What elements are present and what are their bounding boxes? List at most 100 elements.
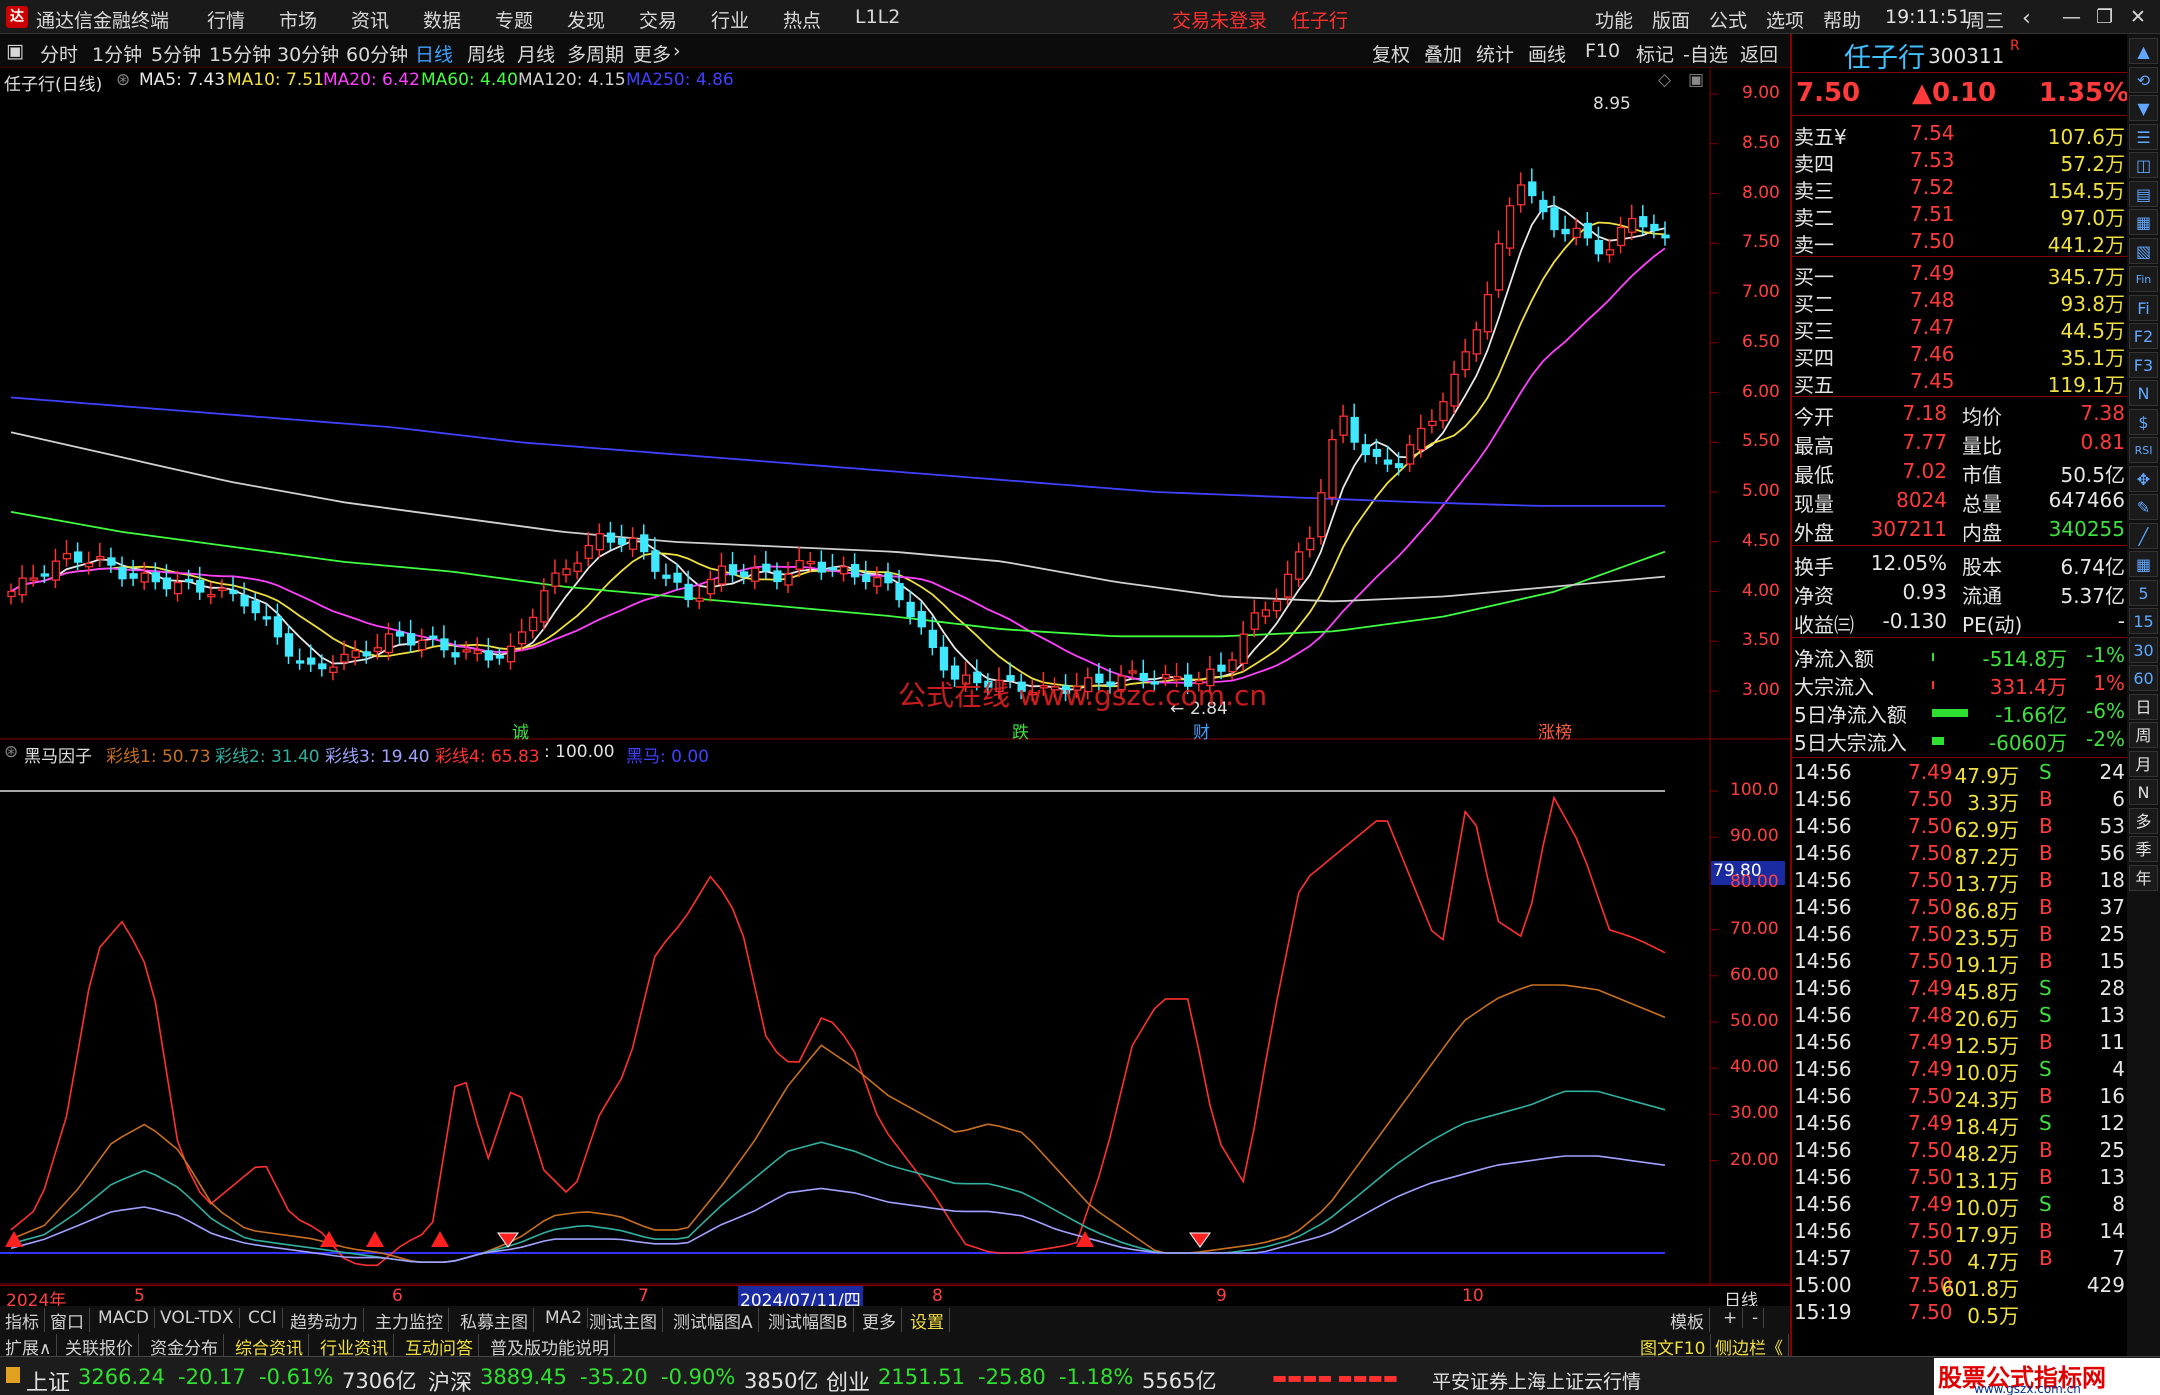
period-5min[interactable]: 5分钟 bbox=[151, 40, 201, 67]
remove-icon[interactable]: - bbox=[1747, 1308, 1765, 1328]
tab-qushi[interactable]: 趋势动力 bbox=[285, 1308, 364, 1333]
menu-l1l2[interactable]: L1L2 bbox=[855, 6, 900, 28]
side-5-icon[interactable]: 5 bbox=[2129, 579, 2158, 606]
tick-count: 24 bbox=[2099, 760, 2125, 784]
side-30-icon[interactable]: 30 bbox=[2129, 636, 2158, 663]
period-30min[interactable]: 30分钟 bbox=[277, 40, 339, 67]
side-list-icon[interactable]: ☰ bbox=[2129, 123, 2158, 150]
diamond-icon[interactable]: ◇ bbox=[1658, 70, 1671, 90]
tab-zhibiao[interactable]: 指标 bbox=[0, 1308, 45, 1333]
panel-toggle-icon[interactable]: ▣ bbox=[6, 40, 24, 62]
period-1min[interactable]: 1分钟 bbox=[92, 40, 142, 67]
side-Fi-icon[interactable]: Fi bbox=[2129, 294, 2158, 321]
menu-gongneng[interactable]: 功能 bbox=[1595, 6, 1633, 33]
tab-cci[interactable]: CCI bbox=[243, 1308, 283, 1328]
login-status[interactable]: 交易未登录 bbox=[1172, 6, 1267, 33]
side-RSI-icon[interactable]: RSI bbox=[2129, 437, 2158, 463]
side-down-arrow-icon[interactable]: ▼ bbox=[2129, 95, 2158, 121]
menu-xuanxiang[interactable]: 选项 bbox=[1766, 6, 1804, 33]
side-Fin-icon[interactable]: Fin bbox=[2129, 266, 2158, 292]
side-dollar-icon[interactable]: $ bbox=[2129, 408, 2158, 435]
tool-fanhui[interactable]: 返回 bbox=[1740, 40, 1778, 67]
side-60-icon[interactable]: 60 bbox=[2129, 665, 2158, 691]
side-doc-icon[interactable]: ▧ bbox=[2129, 237, 2158, 264]
tab-ma2[interactable]: MA2 bbox=[540, 1308, 589, 1328]
side-日-icon[interactable]: 日 bbox=[2129, 693, 2158, 720]
menu-shichang[interactable]: 市场 bbox=[279, 6, 317, 33]
tab-ceshi-b[interactable]: 测试幅图B bbox=[763, 1308, 854, 1333]
panel-close-icon[interactable]: ▣ bbox=[1688, 70, 1704, 90]
side-up-arrow-icon[interactable]: ▲ bbox=[2129, 38, 2158, 64]
more-chevron-icon[interactable]: › bbox=[673, 40, 681, 62]
tool-huaxian[interactable]: 画线 bbox=[1528, 40, 1566, 67]
side-年-icon[interactable]: 年 bbox=[2129, 864, 2158, 891]
tool-zixuan[interactable]: -自选 bbox=[1683, 40, 1728, 67]
minimize-icon[interactable]: — bbox=[2062, 6, 2081, 28]
kline-chart[interactable]: 任子行(日线) ⊛ MA5: 7.43 MA10: 7.51 MA20: 6.4… bbox=[0, 68, 1790, 743]
side-周-icon[interactable]: 周 bbox=[2129, 722, 2158, 748]
restore-icon[interactable]: ❐ bbox=[2096, 6, 2113, 28]
side-move-icon[interactable]: ✥ bbox=[2129, 465, 2158, 492]
menu-gongshi[interactable]: 公式 bbox=[1709, 6, 1747, 33]
side-line-icon[interactable]: ╱ bbox=[2129, 522, 2158, 549]
status-menu-icon[interactable] bbox=[6, 1367, 20, 1383]
add-icon[interactable]: + bbox=[1718, 1308, 1744, 1328]
side-多-icon[interactable]: 多 bbox=[2129, 807, 2158, 834]
period-15min[interactable]: 15分钟 bbox=[209, 40, 271, 67]
tab-simu[interactable]: 私募主图 bbox=[455, 1308, 534, 1333]
menu-hangqing[interactable]: 行情 bbox=[207, 6, 245, 33]
tab-vol-tdx[interactable]: VOL-TDX bbox=[155, 1308, 240, 1328]
menu-zhuanti[interactable]: 专题 bbox=[495, 6, 533, 33]
menu-redian[interactable]: 热点 bbox=[783, 6, 821, 33]
period-60min[interactable]: 60分钟 bbox=[346, 40, 408, 67]
side-F2-icon[interactable]: F2 bbox=[2129, 323, 2158, 349]
tab-ceshi-a[interactable]: 测试幅图A bbox=[668, 1308, 759, 1333]
side-N-icon[interactable]: N bbox=[2129, 779, 2158, 805]
tab-chuangkou[interactable]: 窗口 bbox=[45, 1308, 90, 1333]
period-more[interactable]: 更多 bbox=[633, 40, 671, 67]
side-refresh-icon[interactable]: ⟲ bbox=[2129, 66, 2158, 93]
side-15-icon[interactable]: 15 bbox=[2129, 608, 2158, 634]
period-monthly[interactable]: 月线 bbox=[517, 40, 555, 67]
back-icon[interactable]: ‹ bbox=[2022, 6, 2031, 31]
side-bars-icon[interactable]: ▤ bbox=[2129, 180, 2158, 207]
side-chart-icon[interactable]: ◫ bbox=[2129, 152, 2158, 178]
tab-macd[interactable]: MACD bbox=[93, 1308, 155, 1328]
tab-ceshizhu[interactable]: 测试主图 bbox=[584, 1308, 663, 1333]
sub-settings-icon[interactable]: ⊛ bbox=[4, 742, 18, 762]
period-fenshi[interactable]: 分时 bbox=[40, 40, 78, 67]
tab-moban[interactable]: 模板 bbox=[1665, 1308, 1710, 1333]
menu-bangzhu[interactable]: 帮助 bbox=[1823, 6, 1861, 33]
side-F3-icon[interactable]: F3 bbox=[2129, 351, 2158, 378]
indicator-chart[interactable]: ⊛ 黑马因子 彩线1: 50.73 彩线2: 31.40 彩线3: 19.40 … bbox=[0, 740, 1790, 1285]
tool-tongji[interactable]: 统计 bbox=[1476, 40, 1514, 67]
side-N-icon[interactable]: N bbox=[2129, 380, 2158, 406]
side-月-icon[interactable]: 月 bbox=[2129, 750, 2158, 777]
tab-zhuli[interactable]: 主力监控 bbox=[370, 1308, 449, 1333]
side-table-icon[interactable]: ▦ bbox=[2129, 551, 2158, 577]
kline-svg[interactable] bbox=[0, 68, 1790, 740]
tool-diejia[interactable]: 叠加 bbox=[1424, 40, 1462, 67]
menu-hangye[interactable]: 行业 bbox=[711, 6, 749, 33]
indicator-svg[interactable] bbox=[0, 740, 1790, 1285]
tab-shezhi[interactable]: 设置 bbox=[905, 1308, 950, 1333]
menu-jiaoyi[interactable]: 交易 bbox=[639, 6, 677, 33]
tool-fuquan[interactable]: 复权 bbox=[1372, 40, 1410, 67]
settings-circle-icon[interactable]: ⊛ bbox=[116, 70, 130, 90]
menu-shuju[interactable]: 数据 bbox=[423, 6, 461, 33]
side-季-icon[interactable]: 季 bbox=[2129, 836, 2158, 862]
close-icon[interactable]: ✕ bbox=[2130, 6, 2146, 28]
period-daily[interactable]: 日线 bbox=[415, 40, 453, 67]
period-weekly[interactable]: 周线 bbox=[467, 40, 505, 67]
tool-biaoji[interactable]: 标记 bbox=[1636, 40, 1674, 67]
tool-f10[interactable]: F10 bbox=[1585, 40, 1620, 62]
tab-gengduo[interactable]: 更多 bbox=[857, 1308, 902, 1333]
side-pen-icon[interactable]: ✎ bbox=[2129, 494, 2158, 520]
menu-faxian[interactable]: 发现 bbox=[567, 6, 605, 33]
period-multi[interactable]: 多周期 bbox=[567, 40, 624, 67]
status-server: 平安证券上海上证云行情 bbox=[1432, 1371, 1642, 1393]
tick-price: 7.50 bbox=[1908, 841, 1953, 865]
side-grid-icon[interactable]: ▦ bbox=[2129, 209, 2158, 235]
menu-banmian[interactable]: 版面 bbox=[1652, 6, 1690, 33]
menu-zixun[interactable]: 资讯 bbox=[351, 6, 389, 33]
